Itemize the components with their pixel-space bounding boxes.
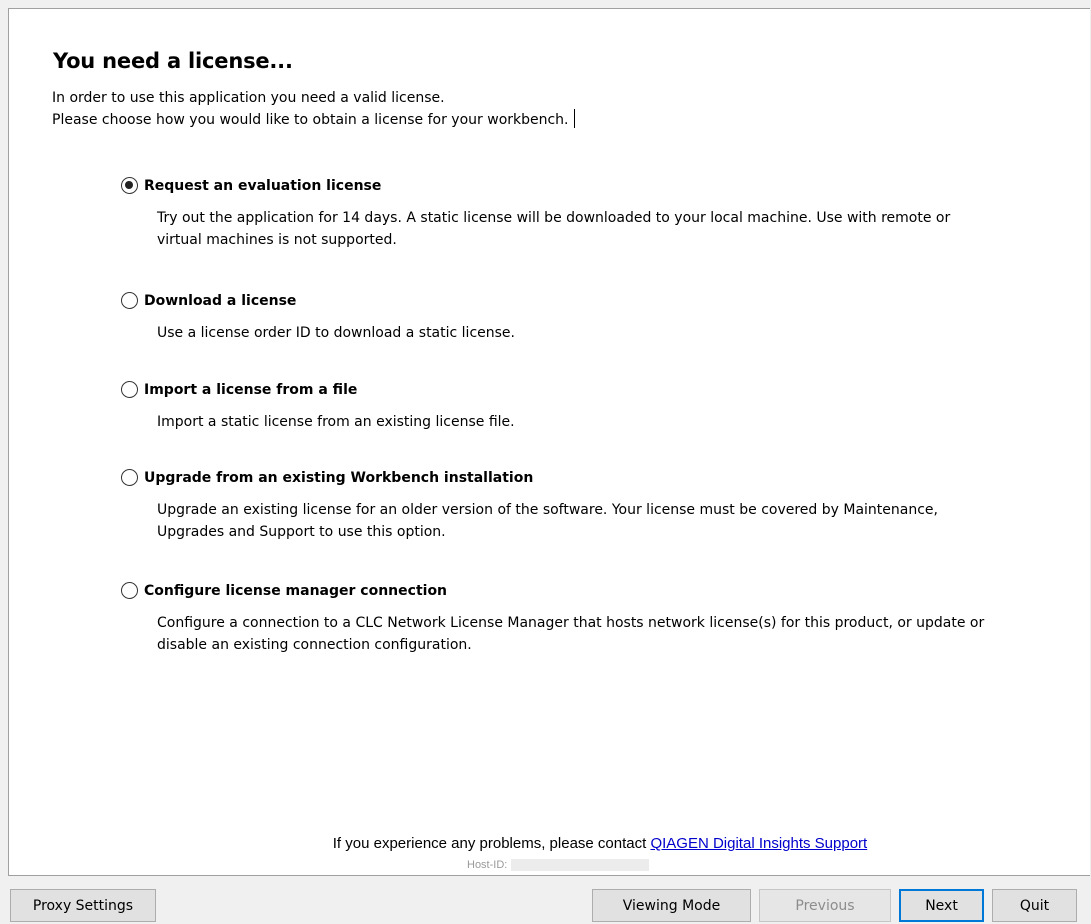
- intro-text: In order to use this application you nee…: [52, 88, 575, 131]
- quit-button[interactable]: Quit: [992, 889, 1077, 922]
- option-label[interactable]: Configure license manager connection: [144, 583, 447, 599]
- option-license-manager[interactable]: Configure license manager connection Con…: [121, 582, 997, 656]
- option-description: Use a license order ID to download a sta…: [157, 325, 515, 341]
- viewing-mode-button[interactable]: Viewing Mode: [592, 889, 751, 922]
- next-button[interactable]: Next: [899, 889, 984, 922]
- option-description: Import a static license from an existing…: [157, 414, 515, 430]
- proxy-settings-button[interactable]: Proxy Settings: [10, 889, 156, 922]
- radio-upgrade-installation[interactable]: [121, 469, 138, 486]
- text-caret: [573, 109, 575, 128]
- option-description: Upgrade an existing license for an older…: [157, 502, 938, 540]
- option-label[interactable]: Import a license from a file: [144, 382, 357, 398]
- host-id-label: Host-ID:: [467, 859, 508, 871]
- radio-download-license[interactable]: [121, 292, 138, 309]
- host-id: Host-ID:: [467, 859, 650, 871]
- intro-line-2: Please choose how you would like to obta…: [52, 109, 575, 131]
- previous-button[interactable]: Previous: [759, 889, 891, 922]
- option-import-license[interactable]: Import a license from a file Import a st…: [121, 381, 997, 433]
- option-download-license[interactable]: Download a license Use a license order I…: [121, 292, 997, 344]
- radio-evaluation-license[interactable]: [121, 177, 138, 194]
- intro-line-1: In order to use this application you nee…: [52, 90, 445, 106]
- support-link[interactable]: QIAGEN Digital Insights Support: [650, 835, 867, 852]
- option-description: Configure a connection to a CLC Network …: [157, 615, 985, 653]
- option-upgrade-installation[interactable]: Upgrade from an existing Workbench insta…: [121, 469, 997, 543]
- option-evaluation-license[interactable]: Request an evaluation license Try out th…: [121, 177, 997, 251]
- option-label[interactable]: Request an evaluation license: [144, 178, 381, 194]
- radio-license-manager[interactable]: [121, 582, 138, 599]
- option-label[interactable]: Upgrade from an existing Workbench insta…: [144, 470, 533, 486]
- page-title: You need a license...: [53, 49, 293, 73]
- support-contact-line: If you experience any problems, please c…: [9, 835, 1091, 852]
- option-label[interactable]: Download a license: [144, 293, 296, 309]
- contact-text: If you experience any problems, please c…: [332, 835, 651, 852]
- license-wizard-panel: You need a license... In order to use th…: [8, 8, 1090, 876]
- host-id-value-redacted: [511, 859, 650, 871]
- radio-import-license[interactable]: [121, 381, 138, 398]
- option-description: Try out the application for 14 days. A s…: [157, 210, 951, 248]
